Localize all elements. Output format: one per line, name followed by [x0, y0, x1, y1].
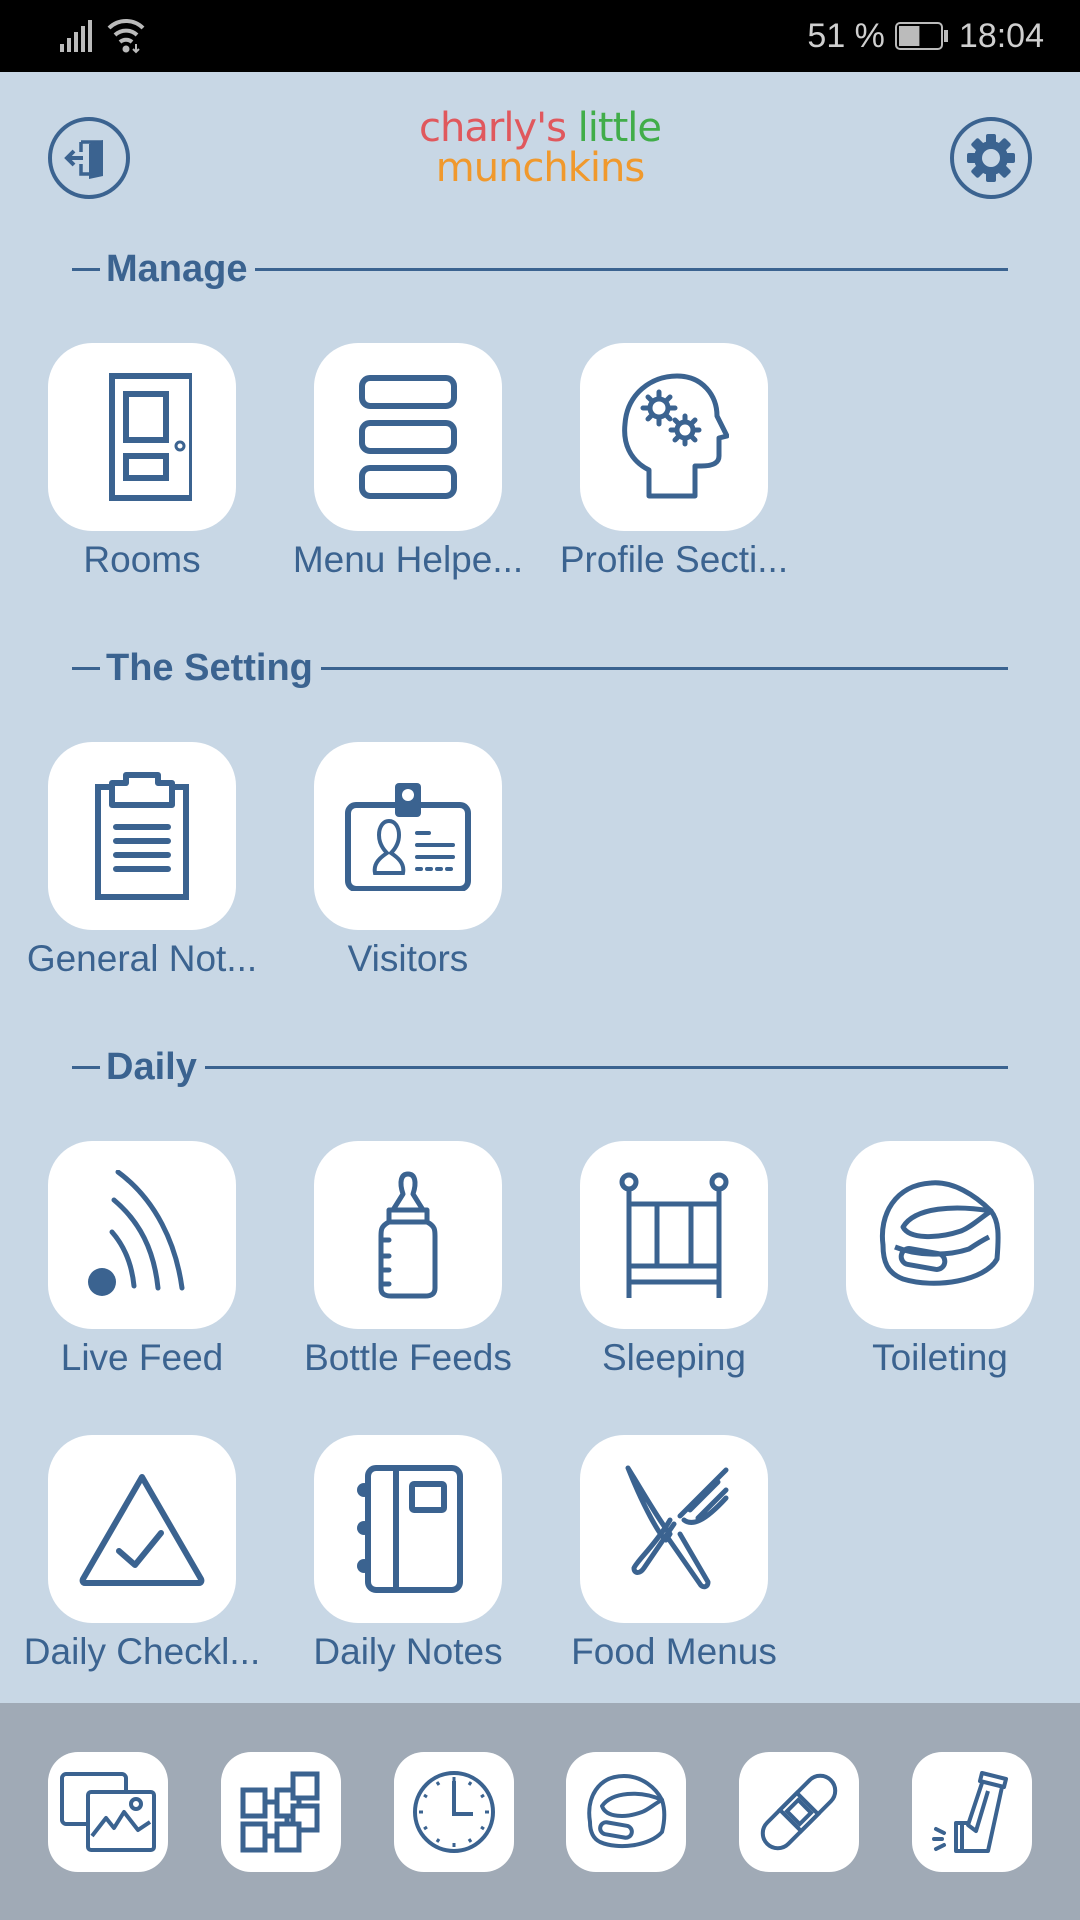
section-header-the-setting: The Setting: [72, 643, 1008, 693]
tile-sleeping[interactable]: Sleeping: [580, 1141, 768, 1378]
tile-live-feed[interactable]: Live Feed: [48, 1141, 236, 1378]
section-title: Manage: [106, 247, 248, 290]
status-bar: 51 % 18:04: [0, 0, 1080, 72]
tile-label: Profile Secti...: [559, 539, 789, 580]
tile-toileting[interactable]: Toileting: [846, 1141, 1034, 1378]
gallery-button[interactable]: [48, 1752, 168, 1872]
tile-box: [580, 1435, 768, 1623]
knife-fork-icon: [625, 1465, 729, 1590]
divider: [320, 666, 1008, 670]
tile-box: [846, 1141, 1034, 1329]
tile-box: [314, 343, 502, 531]
tile-box: [314, 742, 502, 930]
tile-label: Food Menus: [571, 1631, 777, 1672]
battery-percent: 51 %: [807, 16, 885, 55]
tile-label: Visitors: [347, 938, 469, 979]
tile-food-menus[interactable]: Food Menus: [571, 1435, 777, 1672]
crib-icon: [619, 1172, 729, 1298]
network-button[interactable]: [221, 1752, 341, 1872]
tile-daily-checklist[interactable]: Daily Checkl...: [24, 1435, 260, 1672]
tile-profile-section[interactable]: Profile Secti...: [560, 343, 788, 580]
tile-label: General Not...: [26, 938, 258, 979]
section-header-daily: Daily: [72, 1042, 1008, 1092]
exit-door-icon: [64, 140, 103, 179]
tile-visitors[interactable]: Visitors: [314, 742, 502, 979]
clock-time: 18:04: [958, 16, 1044, 55]
signal-icon: [60, 20, 92, 52]
logo-word-munchkins: munchkins: [435, 145, 645, 191]
settings-button[interactable]: [950, 117, 1032, 199]
divider: [72, 1065, 100, 1069]
bandage-icon: [760, 1773, 838, 1851]
tile-label: Daily Checkl...: [23, 1631, 261, 1672]
door-icon: [109, 373, 192, 501]
section-title: Daily: [106, 1045, 197, 1088]
section-title: The Setting: [106, 646, 313, 689]
battery-icon: [894, 22, 948, 50]
tile-box: [314, 1141, 502, 1329]
tile-label: Sleeping: [601, 1337, 746, 1378]
tile-box: [48, 742, 236, 930]
network-blocks-icon: [240, 1771, 320, 1853]
tile-box: [580, 1141, 768, 1329]
divider: [72, 267, 100, 271]
notebook-icon: [357, 1465, 463, 1593]
tile-label: Live Feed: [60, 1337, 224, 1378]
tile-box: [48, 1435, 236, 1623]
tile-label: Rooms: [83, 539, 201, 580]
tile-label: Menu Helpe...: [292, 539, 524, 580]
logout-button[interactable]: [48, 117, 130, 199]
inhaler-button[interactable]: [912, 1752, 1032, 1872]
tile-label: Toileting: [872, 1337, 1008, 1378]
tile-box: [48, 343, 236, 531]
tile-bottle-feeds[interactable]: Bottle Feeds: [304, 1141, 512, 1378]
tile-rooms[interactable]: Rooms: [48, 343, 236, 580]
divider: [255, 267, 1008, 271]
gallery-icon: [60, 1772, 156, 1852]
inhaler-icon: [932, 1771, 1008, 1853]
tile-box: [580, 343, 768, 531]
app-logo: charly's little munchkins: [400, 108, 680, 188]
section-header-manage: Manage: [72, 244, 1008, 294]
id-badge-icon: [345, 783, 471, 891]
tile-label: Bottle Feeds: [304, 1337, 512, 1378]
live-feed-icon: [88, 1170, 185, 1296]
divider: [204, 1065, 1008, 1069]
tile-daily-notes[interactable]: Daily Notes: [313, 1435, 503, 1672]
tile-box: [48, 1141, 236, 1329]
clipboard-icon: [95, 772, 189, 900]
triangle-check-icon: [79, 1474, 205, 1586]
divider: [72, 666, 100, 670]
potty-button[interactable]: [566, 1752, 686, 1872]
app-header: charly's little munchkins: [0, 72, 1080, 242]
tile-box: [314, 1435, 502, 1623]
gear-icon: [967, 134, 1015, 182]
stacked-bars-icon: [359, 375, 457, 499]
head-gears-icon: [622, 373, 729, 499]
wifi-icon: [107, 18, 145, 54]
tile-menu-helper[interactable]: Menu Helpe...: [293, 343, 523, 580]
clock-icon: [413, 1771, 495, 1853]
potty-icon: [879, 1180, 1001, 1286]
clock-button[interactable]: [394, 1752, 514, 1872]
bottom-toolbar: [0, 1703, 1080, 1920]
potty-icon: [587, 1774, 667, 1849]
tile-label: Daily Notes: [313, 1631, 503, 1672]
baby-bottle-icon: [378, 1171, 438, 1299]
tile-general-notes[interactable]: General Not...: [27, 742, 257, 979]
bandage-button[interactable]: [739, 1752, 859, 1872]
